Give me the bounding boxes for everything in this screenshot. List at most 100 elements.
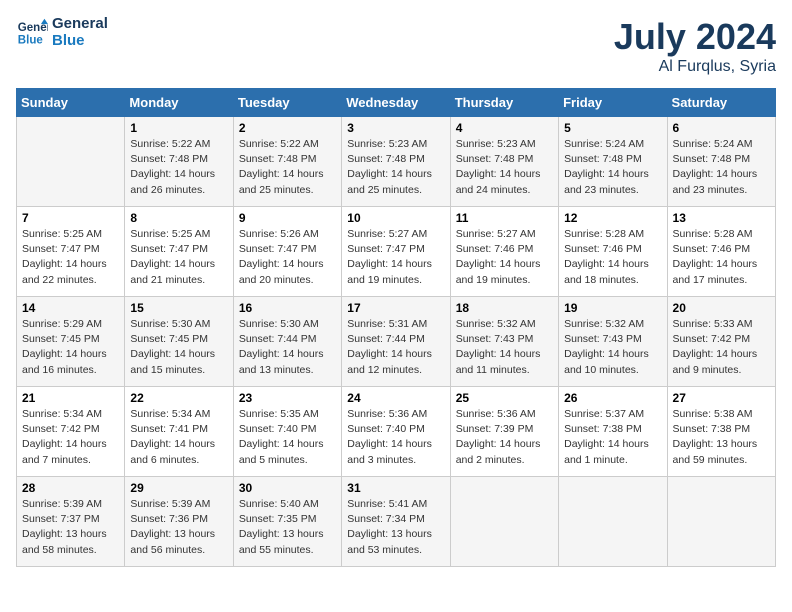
day-number: 11 [456, 211, 553, 225]
day-number: 30 [239, 481, 336, 495]
calendar-cell: 1 Sunrise: 5:22 AM Sunset: 7:48 PM Daylig… [125, 117, 233, 207]
week-row-4: 21 Sunrise: 5:34 AM Sunset: 7:42 PM Dayli… [17, 387, 776, 477]
calendar-cell [17, 117, 125, 207]
calendar-cell: 22 Sunrise: 5:34 AM Sunset: 7:41 PM Dayli… [125, 387, 233, 477]
day-number: 31 [347, 481, 444, 495]
day-number: 25 [456, 391, 553, 405]
week-row-5: 28 Sunrise: 5:39 AM Sunset: 7:37 PM Dayli… [17, 477, 776, 567]
calendar-cell: 25 Sunrise: 5:36 AM Sunset: 7:39 PM Dayli… [450, 387, 558, 477]
calendar-cell [450, 477, 558, 567]
day-number: 12 [564, 211, 661, 225]
day-info: Sunrise: 5:39 AM Sunset: 7:37 PM Dayligh… [22, 497, 119, 558]
day-info: Sunrise: 5:41 AM Sunset: 7:34 PM Dayligh… [347, 497, 444, 558]
day-info: Sunrise: 5:23 AM Sunset: 7:48 PM Dayligh… [347, 137, 444, 198]
day-number: 8 [130, 211, 227, 225]
day-info: Sunrise: 5:34 AM Sunset: 7:41 PM Dayligh… [130, 407, 227, 468]
day-info: Sunrise: 5:29 AM Sunset: 7:45 PM Dayligh… [22, 317, 119, 378]
calendar-cell: 28 Sunrise: 5:39 AM Sunset: 7:37 PM Dayli… [17, 477, 125, 567]
day-number: 23 [239, 391, 336, 405]
calendar-cell: 7 Sunrise: 5:25 AM Sunset: 7:47 PM Daylig… [17, 207, 125, 297]
calendar-cell: 23 Sunrise: 5:35 AM Sunset: 7:40 PM Dayli… [233, 387, 341, 477]
day-info: Sunrise: 5:32 AM Sunset: 7:43 PM Dayligh… [564, 317, 661, 378]
day-number: 4 [456, 121, 553, 135]
week-row-2: 7 Sunrise: 5:25 AM Sunset: 7:47 PM Daylig… [17, 207, 776, 297]
day-info: Sunrise: 5:36 AM Sunset: 7:39 PM Dayligh… [456, 407, 553, 468]
day-number: 27 [673, 391, 770, 405]
calendar-cell: 6 Sunrise: 5:24 AM Sunset: 7:48 PM Daylig… [667, 117, 775, 207]
calendar-cell: 18Sunrise: 5:32 AM Sunset: 7:43 PM Dayli… [450, 297, 558, 387]
calendar-cell: 8 Sunrise: 5:25 AM Sunset: 7:47 PM Daylig… [125, 207, 233, 297]
day-number: 18 [456, 301, 553, 315]
day-number: 21 [22, 391, 119, 405]
calendar-cell: 13Sunrise: 5:28 AM Sunset: 7:46 PM Dayli… [667, 207, 775, 297]
day-header-monday: Monday [125, 89, 233, 117]
day-header-tuesday: Tuesday [233, 89, 341, 117]
calendar-cell: 26Sunrise: 5:37 AM Sunset: 7:38 PM Dayli… [559, 387, 667, 477]
calendar-cell [559, 477, 667, 567]
day-header-sunday: Sunday [17, 89, 125, 117]
calendar-cell: 11 Sunrise: 5:27 AM Sunset: 7:46 PM Dayli… [450, 207, 558, 297]
calendar-cell: 20Sunrise: 5:33 AM Sunset: 7:42 PM Dayli… [667, 297, 775, 387]
day-number: 24 [347, 391, 444, 405]
day-number: 7 [22, 211, 119, 225]
calendar-cell: 4Sunrise: 5:23 AM Sunset: 7:48 PM Daylig… [450, 117, 558, 207]
calendar-cell: 17Sunrise: 5:31 AM Sunset: 7:44 PM Dayli… [342, 297, 450, 387]
calendar-cell: 2 Sunrise: 5:22 AM Sunset: 7:48 PM Daylig… [233, 117, 341, 207]
calendar-cell [667, 477, 775, 567]
week-row-1: 1 Sunrise: 5:22 AM Sunset: 7:48 PM Daylig… [17, 117, 776, 207]
day-info: Sunrise: 5:33 AM Sunset: 7:42 PM Dayligh… [673, 317, 770, 378]
day-header-friday: Friday [559, 89, 667, 117]
calendar-cell: 24Sunrise: 5:36 AM Sunset: 7:40 PM Dayli… [342, 387, 450, 477]
calendar-cell: 31 Sunrise: 5:41 AM Sunset: 7:34 PM Dayli… [342, 477, 450, 567]
logo-icon: General Blue [16, 17, 48, 49]
day-info: Sunrise: 5:27 AM Sunset: 7:47 PM Dayligh… [347, 227, 444, 288]
logo-blue: Blue [52, 33, 108, 50]
calendar-cell: 15Sunrise: 5:30 AM Sunset: 7:45 PM Dayli… [125, 297, 233, 387]
day-number: 26 [564, 391, 661, 405]
day-number: 19 [564, 301, 661, 315]
day-info: Sunrise: 5:24 AM Sunset: 7:48 PM Dayligh… [673, 137, 770, 198]
day-number: 17 [347, 301, 444, 315]
calendar-cell: 9 Sunrise: 5:26 AM Sunset: 7:47 PM Daylig… [233, 207, 341, 297]
day-info: Sunrise: 5:40 AM Sunset: 7:35 PM Dayligh… [239, 497, 336, 558]
calendar-cell: 27 Sunrise: 5:38 AM Sunset: 7:38 PM Dayli… [667, 387, 775, 477]
week-row-3: 14 Sunrise: 5:29 AM Sunset: 7:45 PM Dayli… [17, 297, 776, 387]
day-header-saturday: Saturday [667, 89, 775, 117]
day-info: Sunrise: 5:35 AM Sunset: 7:40 PM Dayligh… [239, 407, 336, 468]
svg-text:Blue: Blue [18, 34, 44, 46]
day-number: 2 [239, 121, 336, 135]
calendar-table: SundayMondayTuesdayWednesdayThursdayFrid… [16, 88, 776, 567]
day-header-thursday: Thursday [450, 89, 558, 117]
day-number: 29 [130, 481, 227, 495]
logo: General Blue General Blue [16, 16, 108, 49]
month-title: July 2024 [614, 16, 776, 58]
day-number: 16 [239, 301, 336, 315]
page-header: General Blue General Blue July 2024 Al F… [16, 16, 776, 76]
day-number: 28 [22, 481, 119, 495]
day-number: 1 [130, 121, 227, 135]
day-number: 5 [564, 121, 661, 135]
calendar-cell: 3Sunrise: 5:23 AM Sunset: 7:48 PM Daylig… [342, 117, 450, 207]
day-info: Sunrise: 5:27 AM Sunset: 7:46 PM Dayligh… [456, 227, 553, 288]
day-info: Sunrise: 5:25 AM Sunset: 7:47 PM Dayligh… [130, 227, 227, 288]
day-info: Sunrise: 5:28 AM Sunset: 7:46 PM Dayligh… [564, 227, 661, 288]
calendar-cell: 30 Sunrise: 5:40 AM Sunset: 7:35 PM Dayli… [233, 477, 341, 567]
day-info: Sunrise: 5:38 AM Sunset: 7:38 PM Dayligh… [673, 407, 770, 468]
day-info: Sunrise: 5:26 AM Sunset: 7:47 PM Dayligh… [239, 227, 336, 288]
day-number: 9 [239, 211, 336, 225]
calendar-cell: 5Sunrise: 5:24 AM Sunset: 7:48 PM Daylig… [559, 117, 667, 207]
calendar-cell: 16Sunrise: 5:30 AM Sunset: 7:44 PM Dayli… [233, 297, 341, 387]
day-info: Sunrise: 5:30 AM Sunset: 7:45 PM Dayligh… [130, 317, 227, 378]
logo-general: General [52, 16, 108, 33]
day-info: Sunrise: 5:34 AM Sunset: 7:42 PM Dayligh… [22, 407, 119, 468]
day-info: Sunrise: 5:22 AM Sunset: 7:48 PM Dayligh… [239, 137, 336, 198]
day-number: 22 [130, 391, 227, 405]
day-number: 14 [22, 301, 119, 315]
day-info: Sunrise: 5:22 AM Sunset: 7:48 PM Dayligh… [130, 137, 227, 198]
day-info: Sunrise: 5:39 AM Sunset: 7:36 PM Dayligh… [130, 497, 227, 558]
day-info: Sunrise: 5:25 AM Sunset: 7:47 PM Dayligh… [22, 227, 119, 288]
calendar-cell: 19 Sunrise: 5:32 AM Sunset: 7:43 PM Dayli… [559, 297, 667, 387]
day-number: 6 [673, 121, 770, 135]
calendar-cell: 21 Sunrise: 5:34 AM Sunset: 7:42 PM Dayli… [17, 387, 125, 477]
title-block: July 2024 Al Furqlus, Syria [614, 16, 776, 76]
